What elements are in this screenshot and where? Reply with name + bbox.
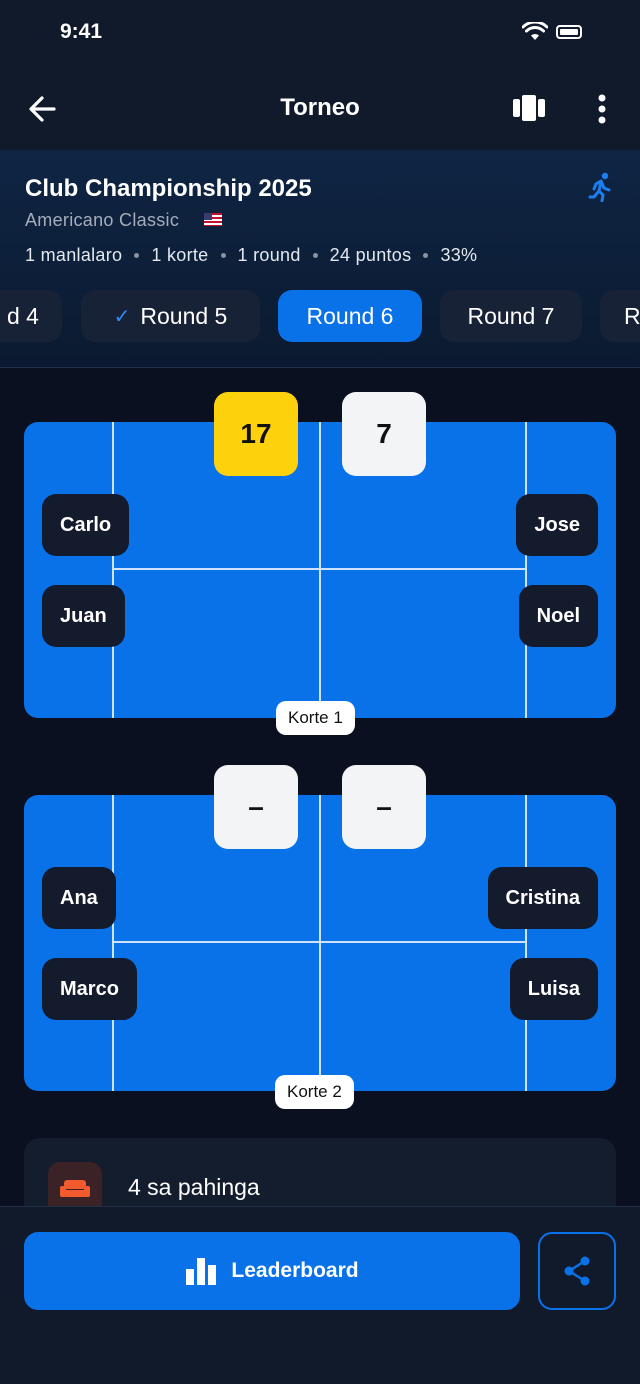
app-header: Torneo bbox=[0, 70, 640, 150]
player-chip[interactable]: Ana bbox=[42, 867, 116, 929]
tournament-meta: 1 manlalaro 1 korte 1 round 24 puntos 33… bbox=[25, 245, 477, 266]
court-line bbox=[525, 795, 527, 1091]
leaderboard-button[interactable]: Leaderboard bbox=[24, 1232, 520, 1310]
court-line bbox=[525, 422, 527, 718]
meta-courts: 1 korte bbox=[151, 245, 209, 265]
tournament-title: Club Championship 2025 bbox=[25, 175, 312, 202]
wifi-icon bbox=[522, 22, 548, 40]
court-net bbox=[319, 795, 321, 1091]
leaderboard-label: Leaderboard bbox=[231, 1259, 359, 1282]
resting-text: 4 sa pahinga bbox=[128, 1174, 260, 1200]
meta-points: 24 puntos bbox=[329, 245, 412, 265]
tab-label: Round 6 bbox=[306, 302, 394, 329]
court-1 bbox=[24, 422, 616, 718]
player-chip[interactable]: Jose bbox=[516, 494, 598, 556]
tab-label: d 4 bbox=[7, 302, 39, 329]
bottom-bar: Leaderboard bbox=[0, 1206, 640, 1384]
runner-icon[interactable] bbox=[588, 172, 614, 202]
score-team-b[interactable]: 7 bbox=[342, 392, 426, 476]
tab-round-5[interactable]: ✓ Round 5 bbox=[81, 290, 260, 342]
player-chip[interactable]: Juan bbox=[42, 585, 125, 647]
divider bbox=[0, 367, 640, 368]
court-line bbox=[112, 795, 114, 1091]
tournament-format: Americano Classic bbox=[25, 210, 180, 230]
score-team-b[interactable]: – bbox=[342, 765, 426, 849]
court-net bbox=[319, 422, 321, 718]
check-icon: ✓ bbox=[113, 305, 131, 328]
separator-dot bbox=[220, 253, 226, 258]
separator-dot bbox=[134, 253, 140, 258]
separator-dot bbox=[423, 253, 429, 258]
score-team-a[interactable]: 17 bbox=[214, 392, 298, 476]
meta-players: 1 manlalaro bbox=[25, 245, 123, 265]
tab-label: R bbox=[624, 302, 640, 329]
court-line bbox=[113, 941, 527, 943]
tab-round-7[interactable]: Round 7 bbox=[440, 290, 582, 342]
court-label: Korte 2 bbox=[275, 1075, 354, 1109]
share-button[interactable] bbox=[538, 1232, 616, 1310]
court-line bbox=[112, 422, 114, 718]
tab-round-6[interactable]: Round 6 bbox=[278, 290, 422, 342]
meta-progress: 33% bbox=[440, 245, 478, 265]
player-chip[interactable]: Carlo bbox=[42, 494, 130, 556]
more-options-icon[interactable] bbox=[590, 92, 614, 126]
share-icon bbox=[564, 1256, 590, 1286]
bar-chart-icon bbox=[186, 1258, 217, 1285]
tab-round-8[interactable]: R bbox=[600, 290, 640, 342]
meta-rounds: 1 round bbox=[237, 245, 301, 265]
round-tabs: d 4 ✓ Round 5 Round 6 Round 7 R bbox=[0, 290, 640, 344]
tab-label: Round 5 bbox=[140, 302, 228, 329]
us-flag-icon bbox=[204, 213, 222, 226]
player-chip[interactable]: Noel bbox=[518, 585, 598, 647]
status-time: 9:41 bbox=[60, 20, 103, 43]
player-chip[interactable]: Cristina bbox=[487, 867, 598, 929]
court-line bbox=[113, 568, 527, 570]
court-2 bbox=[24, 795, 616, 1091]
separator-dot bbox=[312, 253, 318, 258]
tab-label: Round 7 bbox=[467, 302, 555, 329]
tab-round-4[interactable]: d 4 bbox=[0, 290, 62, 342]
court-label: Korte 1 bbox=[276, 701, 355, 735]
court-view-icon[interactable] bbox=[512, 94, 546, 122]
player-chip[interactable]: Marco bbox=[42, 958, 137, 1020]
player-chip[interactable]: Luisa bbox=[509, 958, 598, 1020]
battery-icon bbox=[556, 25, 582, 39]
status-bar: 9:41 bbox=[0, 0, 640, 70]
score-team-a[interactable]: – bbox=[214, 765, 298, 849]
